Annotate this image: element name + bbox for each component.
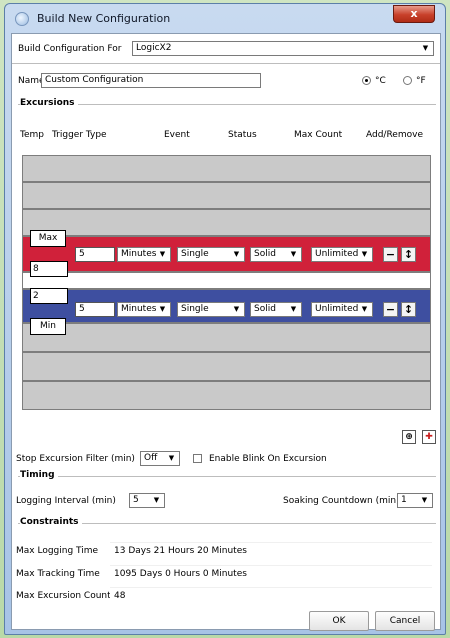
build-for-select[interactable]: LogicX2 ▼ (132, 41, 434, 56)
chevron-down-icon: ▼ (159, 250, 166, 258)
min-trigger-unit-select[interactable]: Minutes ▼ (117, 302, 171, 317)
stop-filter-label: Stop Excursion Filter (min) (16, 454, 135, 464)
name-value: Custom Configuration (45, 75, 144, 85)
fahrenheit-label: °F (416, 76, 426, 86)
header-temp: Temp (20, 130, 44, 140)
header-add-remove: Add/Remove (366, 130, 423, 140)
max-trigger-unit-value: Minutes (121, 249, 157, 259)
chevron-down-icon: ▼ (421, 496, 428, 504)
chevron-down-icon: ▼ (159, 305, 166, 313)
max-label: Max (30, 230, 66, 247)
max-move-button[interactable]: ↕ (401, 247, 416, 262)
celsius-label: °C (375, 76, 386, 86)
dialog-body: Build Configuration For LogicX2 ▼ Name C… (11, 33, 441, 631)
min-remove-button[interactable]: − (383, 302, 398, 317)
safe-zone-band (22, 272, 431, 289)
max-event-value: Single (181, 249, 209, 259)
min-status-value: Solid (254, 304, 276, 314)
min-trigger-value-text: 5 (79, 304, 85, 314)
soaking-countdown-select[interactable]: 1 ▼ (397, 493, 433, 508)
max-trigger-value[interactable]: 5 (75, 247, 115, 262)
grid-row (22, 209, 431, 236)
chevron-down-icon: ▼ (168, 454, 175, 462)
grid-row (22, 323, 431, 352)
constraint-value-field: 1095 Days 0 Hours 0 Minutes (110, 565, 432, 582)
close-button[interactable]: x (393, 5, 435, 23)
constraints-section-title: Constraints (20, 517, 82, 527)
header-status: Status (228, 130, 257, 140)
build-for-value: LogicX2 (136, 43, 172, 53)
max-count-value: Unlimited (315, 249, 359, 259)
max-count-select[interactable]: Unlimited ▼ (311, 247, 373, 262)
chevron-down-icon: ▼ (422, 44, 429, 52)
divider (12, 63, 440, 64)
constraint-label: Max Tracking Time (16, 569, 100, 579)
min-event-value: Single (181, 304, 209, 314)
min-move-button[interactable]: ↕ (401, 302, 416, 317)
header-event: Event (164, 130, 190, 140)
constraint-value: 13 Days 21 Hours 20 Minutes (114, 546, 247, 556)
min-trigger-unit-value: Minutes (121, 304, 157, 314)
min-label: Min (30, 318, 66, 335)
max-status-value: Solid (254, 249, 276, 259)
logging-interval-value: 5 (133, 495, 139, 505)
max-trigger-unit-select[interactable]: Minutes ▼ (117, 247, 171, 262)
excursions-divider (18, 104, 436, 105)
app-icon (15, 12, 29, 26)
header-trigger-type: Trigger Type (52, 130, 107, 140)
max-event-select[interactable]: Single ▼ (177, 247, 245, 262)
header-max-count: Max Count (294, 130, 343, 140)
min-count-value: Unlimited (315, 304, 359, 314)
chevron-down-icon: ▼ (233, 250, 240, 258)
grid-row (22, 352, 431, 381)
title-bar: Build New Configuration x (5, 4, 445, 33)
build-for-label: Build Configuration For (18, 44, 122, 54)
chevron-down-icon: ▼ (153, 496, 160, 504)
max-trigger-value-text: 5 (79, 249, 85, 259)
min-count-select[interactable]: Unlimited ▼ (311, 302, 373, 317)
min-event-select[interactable]: Single ▼ (177, 302, 245, 317)
constraint-value-field: 13 Days 21 Hours 20 Minutes (110, 542, 432, 559)
min-temp-field[interactable]: 2 (30, 288, 68, 304)
min-trigger-value[interactable]: 5 (75, 302, 115, 317)
logging-interval-label: Logging Interval (min) (16, 496, 116, 506)
cancel-button[interactable]: Cancel (375, 611, 435, 631)
window-title: Build New Configuration (37, 12, 171, 25)
name-field[interactable]: Custom Configuration (41, 73, 261, 88)
add-excursion-icon[interactable]: ⊕ (402, 430, 416, 444)
chevron-down-icon: ▼ (290, 250, 297, 258)
enable-blink-checkbox[interactable] (193, 454, 202, 463)
max-temp-field[interactable]: 8 (30, 261, 68, 277)
min-status-select[interactable]: Solid ▼ (250, 302, 302, 317)
grid-row (22, 155, 431, 182)
constraint-value-field: 48 (110, 587, 432, 604)
remove-excursion-icon[interactable]: ✚ (422, 430, 436, 444)
max-remove-button[interactable]: − (383, 247, 398, 262)
window: Build New Configuration x Build Configur… (4, 3, 446, 635)
chevron-down-icon: ▼ (290, 305, 297, 313)
grid-row (22, 182, 431, 209)
soaking-countdown-value: 1 (401, 495, 407, 505)
constraint-value: 1095 Days 0 Hours 0 Minutes (114, 569, 247, 579)
fahrenheit-radio[interactable] (403, 76, 412, 85)
chevron-down-icon: ▼ (361, 250, 368, 258)
grid-row (22, 381, 431, 410)
soaking-countdown-label: Soaking Countdown (min) (283, 496, 400, 506)
constraint-label: Max Logging Time (16, 546, 99, 556)
ok-button[interactable]: OK (309, 611, 369, 631)
chevron-down-icon: ▼ (361, 305, 368, 313)
timing-section-title: Timing (20, 470, 58, 480)
stop-filter-value: Off (144, 453, 158, 463)
constraint-value: 48 (114, 591, 126, 601)
chevron-down-icon: ▼ (233, 305, 240, 313)
enable-blink-label: Enable Blink On Excursion (209, 454, 327, 464)
timing-divider (18, 476, 436, 477)
stop-filter-select[interactable]: Off ▼ (140, 451, 180, 466)
constraint-label: Max Excursion Count (16, 591, 111, 601)
excursions-section-title: Excursions (20, 98, 78, 108)
logging-interval-select[interactable]: 5 ▼ (129, 493, 165, 508)
celsius-radio[interactable] (362, 76, 371, 85)
max-status-select[interactable]: Solid ▼ (250, 247, 302, 262)
